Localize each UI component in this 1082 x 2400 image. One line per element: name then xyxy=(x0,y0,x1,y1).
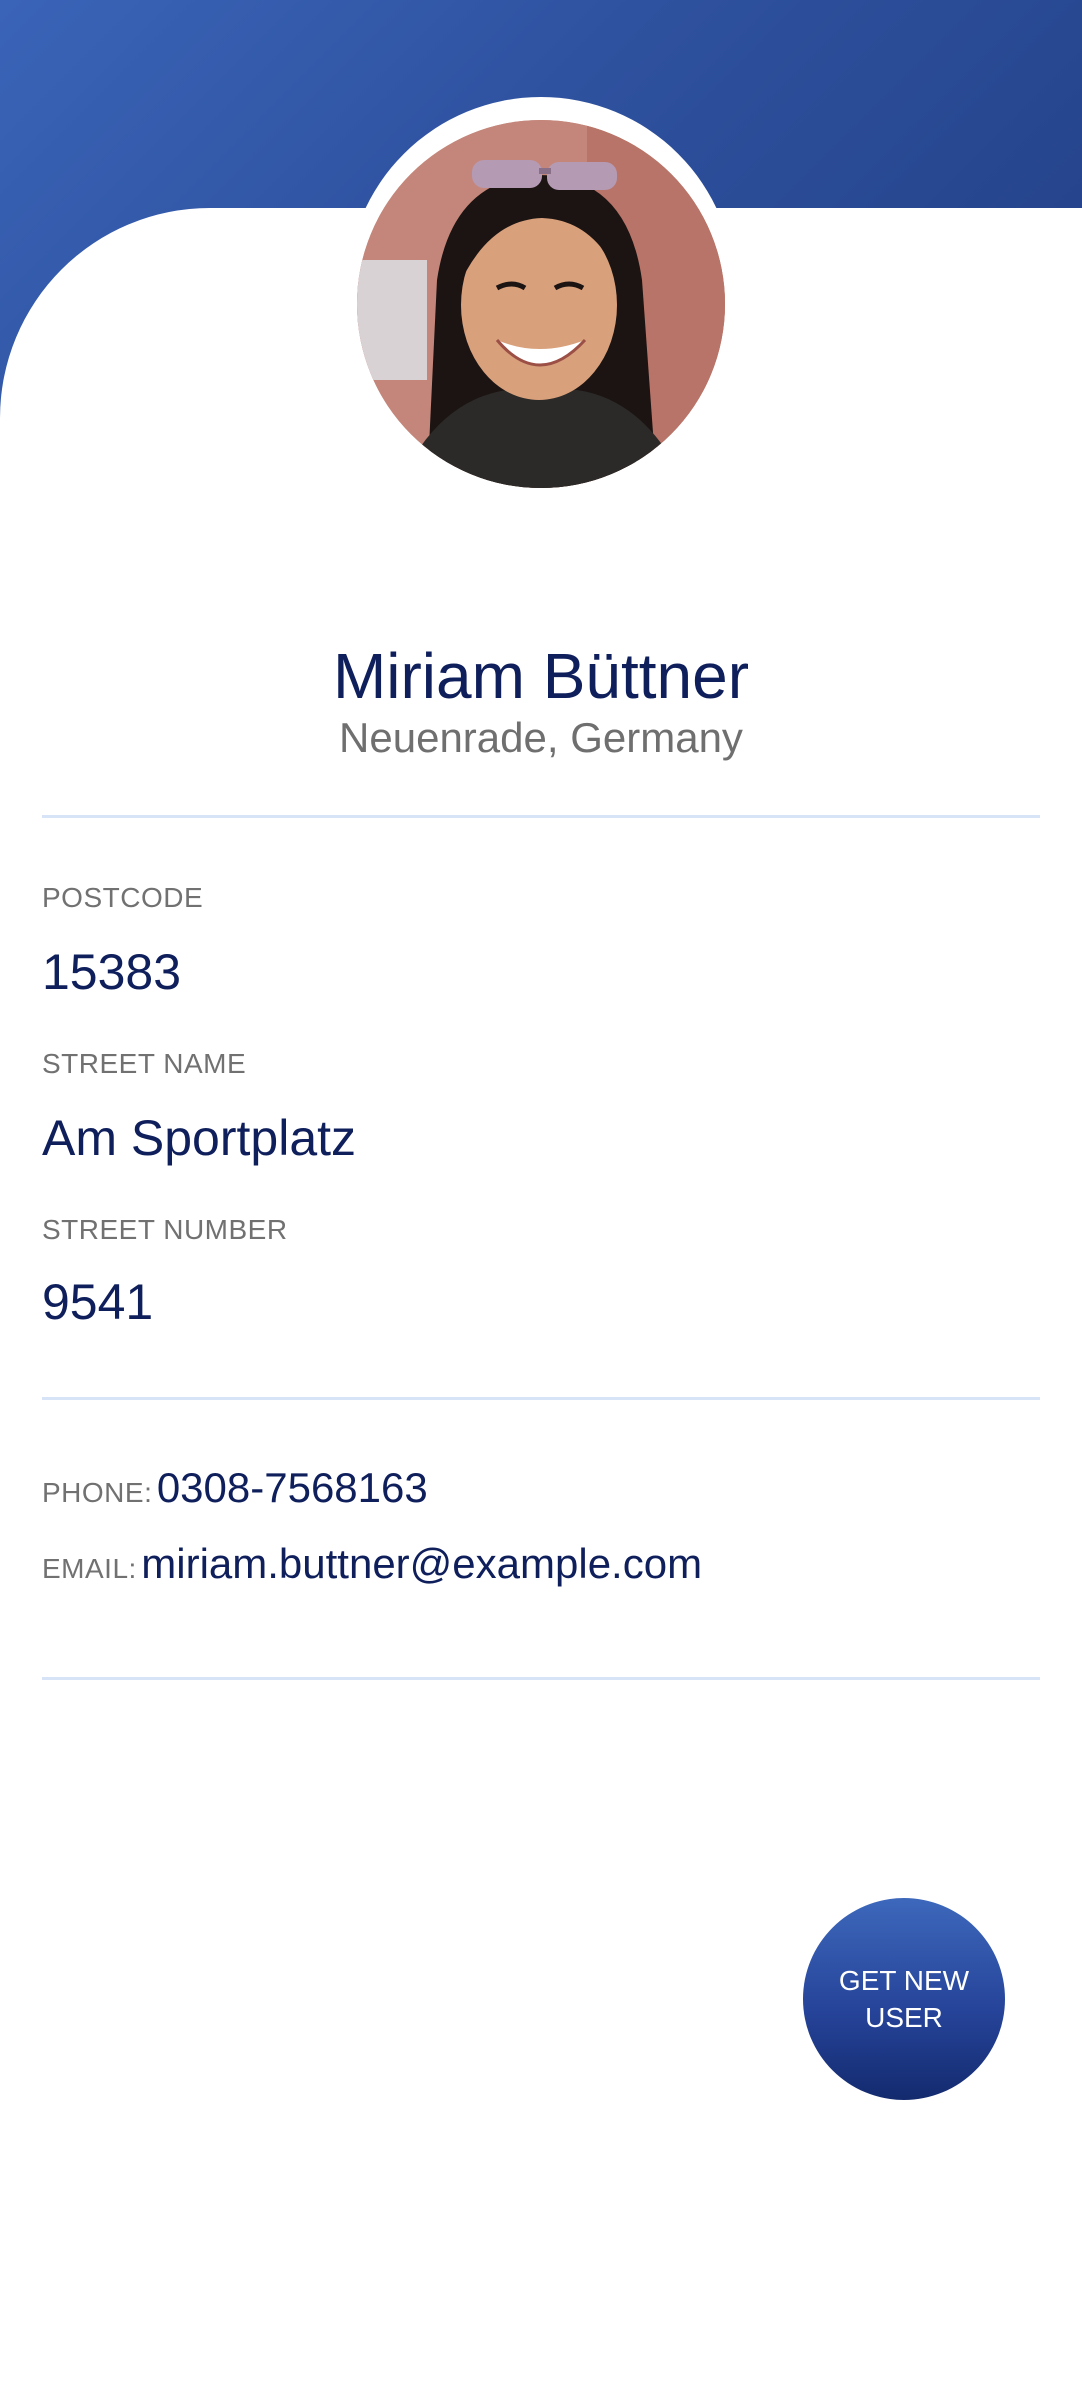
divider-bottom xyxy=(42,1677,1040,1680)
street-number-label: STREET NUMBER xyxy=(42,1214,288,1245)
postcode-value: 15383 xyxy=(42,944,182,1000)
postcode-label: POSTCODE xyxy=(42,882,204,913)
email-value: miriam.buttner@example.com xyxy=(141,1540,703,1587)
avatar-photo xyxy=(357,120,725,488)
avatar xyxy=(357,120,725,488)
email-label: EMAIL: xyxy=(42,1553,137,1584)
get-new-user-label: GET NEW USER xyxy=(838,1965,970,2033)
divider-top xyxy=(42,815,1040,818)
street-name-value: Am Sportplatz xyxy=(42,1110,357,1166)
phone-label: PHONE: xyxy=(42,1477,153,1508)
phone-row: PHONE: 0308-7568163 xyxy=(42,1460,428,1526)
phone-value: 0308-7568163 xyxy=(156,1464,428,1511)
email-row: EMAIL: miriam.buttner@example.com xyxy=(42,1536,702,1602)
street-number-value: 9541 xyxy=(42,1274,154,1330)
divider-middle xyxy=(42,1397,1040,1400)
get-new-user-button[interactable]: GET NEW USER xyxy=(803,1898,1005,2100)
user-location: Neuenrade, Germany xyxy=(339,714,743,761)
street-name-label: STREET NAME xyxy=(42,1048,247,1079)
user-name: Miriam Büttner xyxy=(332,640,750,712)
